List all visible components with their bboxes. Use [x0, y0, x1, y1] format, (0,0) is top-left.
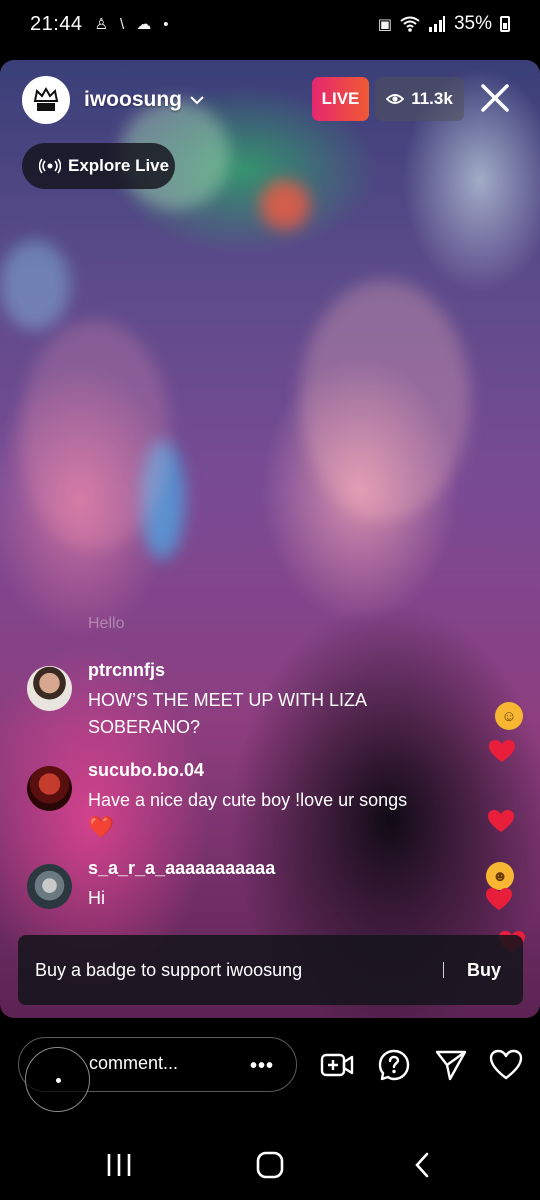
send-icon[interactable] — [434, 1048, 468, 1082]
status-time: 21:44 — [30, 12, 83, 35]
laugh-emoji-icon: ☺ — [495, 702, 523, 730]
comment-placeholder: comment... — [89, 1053, 179, 1073]
dot-icon: • — [163, 15, 169, 33]
badge-banner-text: Buy a badge to support iwoosung — [35, 959, 303, 980]
host-avatar[interactable] — [22, 76, 70, 124]
explore-live-button[interactable]: Explore Live — [22, 143, 175, 189]
back-icon[interactable] — [408, 1150, 438, 1180]
live-badge: LIVE — [312, 77, 369, 121]
buy-badge-button[interactable]: Buy — [467, 960, 501, 981]
chevron-down-icon — [190, 96, 204, 105]
heart-reaction-icon — [486, 888, 512, 910]
touch-indicator — [25, 1047, 90, 1112]
commenter-avatar[interactable] — [27, 666, 72, 711]
explore-live-label: Explore Live — [68, 156, 170, 175]
heart-reaction-icon — [488, 810, 514, 832]
signal-icon — [428, 16, 445, 32]
eye-icon — [386, 94, 405, 104]
faded-comment: Hello — [88, 615, 125, 632]
close-icon[interactable] — [477, 80, 513, 116]
home-icon[interactable] — [255, 1150, 285, 1180]
status-bar: 21:44 ♙ \ ☁ • ▣ 35% — [0, 0, 540, 48]
grin-emoji-icon: ☻ — [486, 862, 514, 890]
host-username[interactable]: iwoosung — [84, 88, 206, 112]
add-video-icon[interactable] — [320, 1048, 354, 1082]
host-username-text: iwoosung — [84, 88, 182, 111]
viewer-count[interactable]: 11.3k — [375, 77, 464, 121]
comment-emoji: ❤️ — [88, 816, 115, 839]
comment-text-body: Have a nice day cute boy !love ur songs — [88, 790, 408, 810]
more-options-button[interactable]: ••• — [250, 1055, 274, 1078]
status-right: ▣ 35% — [378, 13, 510, 35]
vibrate-icon: ▣ — [377, 16, 392, 33]
comment-text: Have a nice day cute boy !love ur songs … — [88, 787, 418, 842]
heart-icon[interactable] — [489, 1048, 523, 1082]
wifi-icon — [400, 16, 420, 32]
viewer-count-text: 11.3k — [411, 89, 453, 108]
comment-item: ptrcnnfjs HOW’S THE MEET UP WITH LIZA SO… — [27, 660, 447, 740]
question-icon[interactable] — [377, 1048, 411, 1082]
status-left: 21:44 ♙ \ ☁ • — [30, 13, 168, 36]
battery-icon — [500, 16, 510, 32]
broadcast-icon — [39, 158, 61, 174]
commenter-username[interactable]: s_a_r_a_aaaaaaaaaaa — [88, 858, 275, 879]
badge-divider — [443, 962, 444, 978]
bluetooth-icon: \ — [120, 15, 125, 33]
cloud-icon: ☁ — [136, 16, 152, 33]
heart-reaction-icon — [489, 740, 515, 762]
commenter-avatar[interactable] — [27, 864, 72, 909]
commenter-avatar[interactable] — [27, 766, 72, 811]
commenter-username[interactable]: sucubo.bo.04 — [88, 760, 204, 781]
battery-text: 35% — [453, 13, 492, 34]
badge-banner[interactable]: Buy a badge to support iwoosung Buy — [18, 935, 523, 1005]
commenter-username[interactable]: ptrcnnfjs — [88, 660, 165, 681]
comment-text: HOW’S THE MEET UP WITH LIZA SOBERANO? — [88, 690, 367, 737]
recent-apps-icon[interactable] — [104, 1150, 134, 1180]
comment-item: sucubo.bo.04 Have a nice day cute boy !l… — [27, 760, 447, 840]
crown-logo-icon — [33, 86, 59, 111]
comment-item: s_a_r_a_aaaaaaaaaaa Hi — [27, 858, 447, 918]
person-icon: ♙ — [94, 16, 109, 33]
comment-text: Hi — [88, 888, 105, 908]
